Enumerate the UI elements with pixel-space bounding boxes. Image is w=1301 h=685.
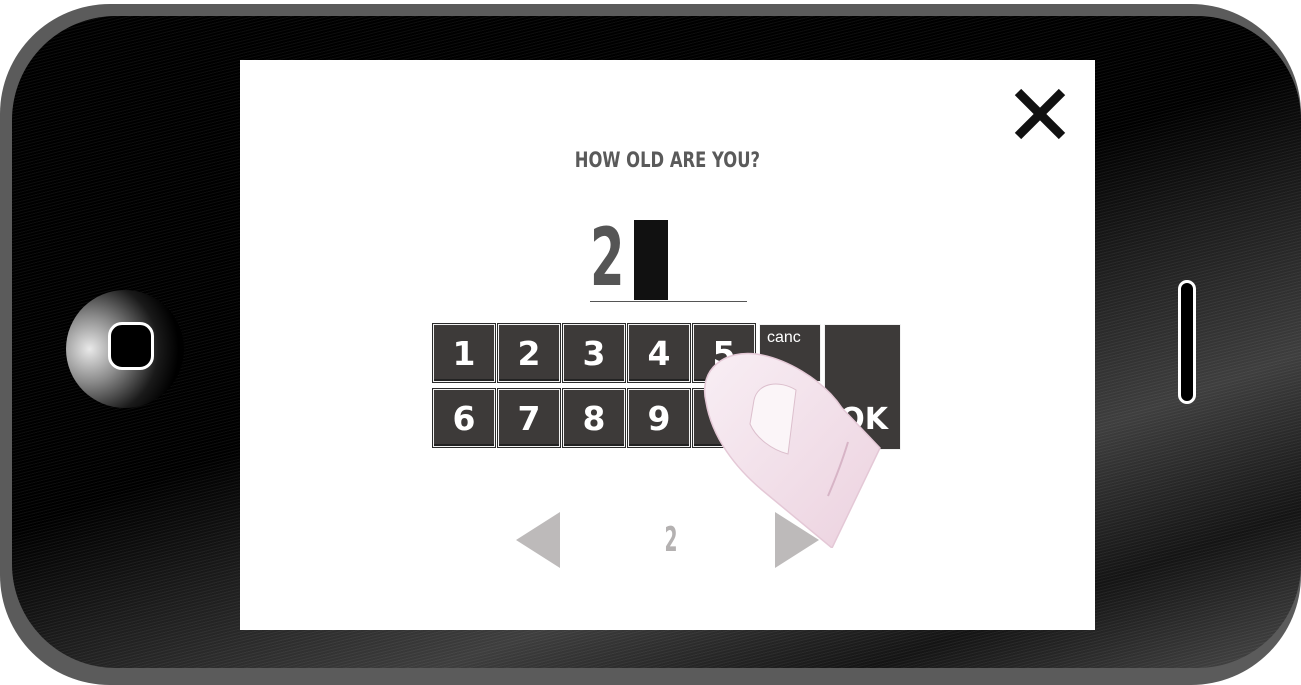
home-button-icon[interactable] (108, 322, 154, 370)
ok-key[interactable]: OK (824, 324, 901, 450)
key-7[interactable]: 7 (497, 388, 561, 448)
age-input[interactable]: 2 (590, 216, 747, 302)
pagination: 2 (516, 512, 826, 572)
key-1[interactable]: 1 (432, 323, 496, 383)
key-5[interactable]: 5 (692, 323, 756, 383)
ok-key-label: OK (839, 402, 888, 437)
speaker-slot (1178, 280, 1196, 404)
close-icon (1014, 88, 1066, 140)
left-arrow-icon[interactable] (516, 512, 560, 568)
page-number: 2 (664, 520, 678, 560)
key-2[interactable]: 2 (497, 323, 561, 383)
key-9[interactable]: 9 (627, 388, 691, 448)
key-3[interactable]: 3 (562, 323, 626, 383)
key-0[interactable] (692, 388, 756, 448)
phone-screen: HOW OLD ARE YOU? 2 1 2 3 4 5 6 7 8 9 can… (240, 60, 1095, 630)
cancel-key-label: canc (767, 329, 801, 346)
close-button[interactable] (1010, 84, 1070, 144)
age-value: 2 (590, 211, 625, 304)
text-cursor (634, 220, 668, 300)
right-arrow-icon[interactable] (775, 512, 819, 568)
question-heading: HOW OLD ARE YOU? (574, 148, 761, 172)
numeric-keypad: 1 2 3 4 5 6 7 8 9 canc OK (432, 323, 903, 452)
app-stage: HOW OLD ARE YOU? 2 1 2 3 4 5 6 7 8 9 can… (0, 0, 1301, 685)
key-6[interactable]: 6 (432, 388, 496, 448)
cancel-key[interactable]: canc (759, 324, 821, 382)
key-4[interactable]: 4 (627, 323, 691, 383)
key-8[interactable]: 8 (562, 388, 626, 448)
